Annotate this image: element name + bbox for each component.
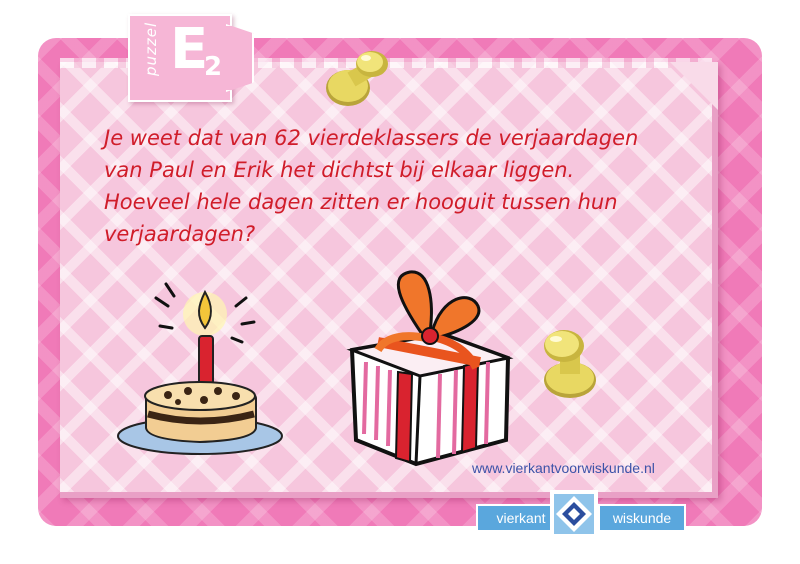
gift-box-icon (346, 270, 514, 467)
tab-flap (226, 24, 254, 92)
question-line: Je weet dat van 62 vierdeklassers de ver… (104, 126, 639, 150)
question-line: Hoeveel hele dagen zitten er hooguit tus… (104, 190, 618, 214)
question-text: Je weet dat van 62 vierdeklassers de ver… (104, 122, 664, 250)
question-line: van Paul en Erik het dichtst bij elkaar … (104, 158, 575, 182)
tab-number: 2 (204, 52, 223, 82)
question-line: verjaardagen? (104, 222, 256, 246)
tab-puzzle-label: puzzel (142, 21, 160, 76)
website-url[interactable]: www.vierkantvoorwiskunde.nl (472, 460, 655, 476)
birthday-cake-icon (117, 282, 283, 455)
puzzle-tab: puzzel E 2 (128, 14, 232, 102)
tab-letter: E (170, 17, 209, 82)
paper-corner-fold (670, 62, 718, 110)
pushpin-icon (544, 330, 596, 398)
vierkant-logo-icon (550, 490, 598, 538)
pushpin-icon (326, 51, 388, 106)
logo-wiskunde-label: wiskunde (598, 504, 686, 532)
